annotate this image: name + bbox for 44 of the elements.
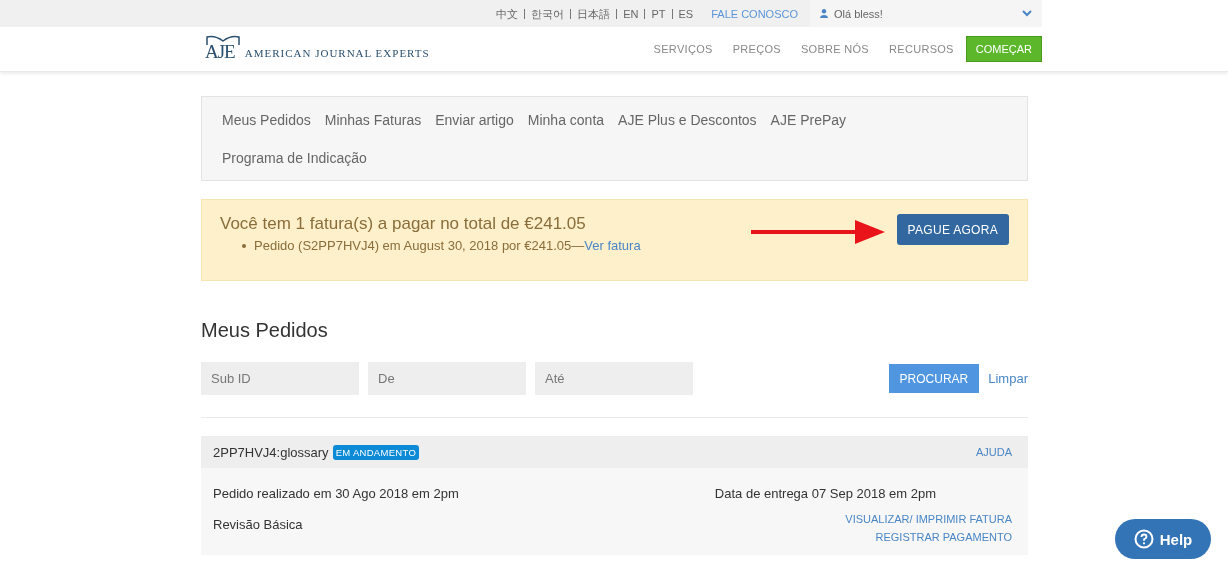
tab[interactable]: AJE PrePay (770, 101, 847, 139)
help-link[interactable]: AJUDA (975, 446, 1012, 458)
question-icon (1133, 529, 1154, 549)
logo[interactable]: AJE AMERICAN JOURNAL EXPERTS (205, 35, 430, 63)
section-title: Meus Pedidos (201, 319, 329, 342)
language-link[interactable]: ES (671, 8, 700, 19)
nav-link[interactable]: SOBRE NÓS (800, 43, 869, 55)
language-link[interactable]: 中文 (490, 8, 525, 19)
language-link[interactable]: 日本語 (570, 8, 617, 19)
tab[interactable]: Minhas Faturas (324, 101, 422, 139)
user-greeting: Olá bless! (834, 7, 884, 20)
order-action-link[interactable]: REGISTRAR PAGAMENTO (875, 531, 1012, 543)
service-name: Revisão Básica (213, 517, 303, 534)
language-link[interactable]: EN (616, 8, 645, 19)
order-action-link[interactable]: VISUALIZAR/ IMPRIMIR FATURA (845, 513, 1012, 525)
language-link[interactable]: PT (644, 8, 672, 19)
status-badge: EM ANDAMENTO (332, 444, 420, 460)
nav-link[interactable]: RECURSOS (889, 43, 954, 55)
language-link[interactable]: 한국어 (524, 8, 571, 19)
tab[interactable]: Programa de Indicação (222, 139, 367, 177)
bullet-icon (242, 243, 246, 248)
search-button[interactable]: PROCURAR (888, 364, 980, 393)
invoice-item: Pedido (S2PP7HVJ4) em August 30, 2018 por €241.05—Ver fatura (254, 238, 641, 253)
help-button[interactable]: Help (1115, 519, 1211, 559)
nav-link[interactable]: PREÇOS (732, 43, 781, 55)
alert-title: Você tem 1 fatura(s) a pagar no total de €241.05 (220, 214, 587, 234)
arrow-icon (750, 218, 885, 246)
order-date: Pedido realizado em 30 Ago 2018 em 2pm (213, 486, 459, 501)
order-id: 2PP7HVJ4:glossary (213, 444, 329, 460)
tab[interactable]: Enviar artigo (435, 101, 514, 139)
contact-link[interactable]: FALE CONOSCO (711, 7, 798, 20)
nav-link[interactable]: SERVIÇOS (653, 43, 713, 55)
delivery-date: Data de entrega 07 Sep 2018 em 2pm (714, 486, 936, 501)
view-invoice-link[interactable]: Ver fatura (584, 238, 641, 253)
user-icon (820, 9, 828, 18)
input-field[interactable]: De (368, 362, 526, 395)
chevron-down-icon[interactable] (1022, 10, 1032, 17)
tab[interactable]: AJE Plus e Descontos (618, 101, 757, 139)
input-field[interactable]: Até (535, 362, 693, 395)
tab[interactable]: Meus Pedidos (222, 101, 311, 139)
input-field[interactable]: Sub ID (201, 362, 359, 395)
tab[interactable]: Minha conta (527, 101, 605, 139)
pay-now-button[interactable]: PAGUE AGORA (896, 214, 1009, 245)
clear-link[interactable]: Limpar (988, 371, 1028, 386)
